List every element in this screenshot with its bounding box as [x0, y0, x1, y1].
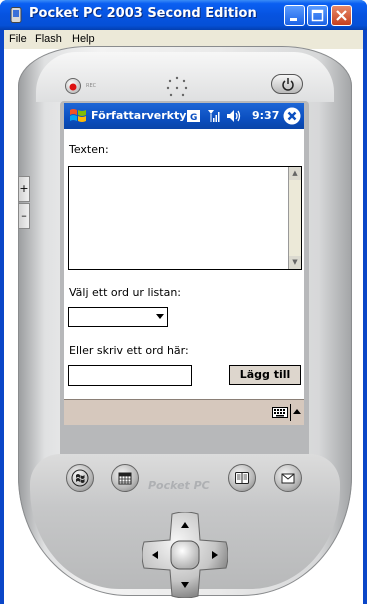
chevron-down-icon: [156, 314, 164, 319]
word-input[interactable]: [68, 365, 192, 386]
record-button-icon: [69, 83, 77, 91]
scroll-up-arrow[interactable]: ▲: [289, 167, 301, 180]
brand-logo: Pocket PC: [148, 479, 210, 492]
close-button[interactable]: [331, 5, 352, 26]
sip-divider: [290, 404, 291, 421]
scroll-down-arrow[interactable]: ▼: [289, 256, 301, 269]
app-title: Författarverkty: [91, 109, 187, 122]
word-list-dropdown[interactable]: [68, 307, 168, 327]
keyboard-icon[interactable]: [272, 407, 288, 418]
maximize-icon: [311, 9, 324, 22]
device-screen: Författarverkty G 9:37 Texten: ▲ ▼ Välj …: [64, 103, 304, 425]
clock[interactable]: 9:37: [252, 109, 279, 122]
close-icon: [336, 10, 347, 21]
menu-flash[interactable]: Flash: [35, 33, 62, 45]
text-label: Texten:: [69, 143, 109, 156]
entry-label: Eller skriv ett ord här:: [69, 344, 189, 357]
sip-arrow-up-icon[interactable]: [293, 408, 301, 416]
contacts-hw-icon: [235, 472, 249, 484]
calendar-hw-icon: [118, 472, 132, 485]
start-hw-icon: [71, 469, 89, 487]
inbox-hw-icon: [281, 473, 295, 484]
calendar-hw-button[interactable]: [111, 464, 139, 492]
inbox-hw-button[interactable]: [274, 464, 302, 492]
speaker-grille-icon: [166, 76, 188, 97]
volume-up-button[interactable]: +: [18, 176, 30, 202]
navigation-bar: Författarverkty G 9:37: [64, 103, 304, 129]
window-title: Pocket PC 2003 Second Edition: [29, 6, 257, 21]
power-icon: [282, 78, 294, 91]
pocket-pc-device: REC + – Författarverkty G 9:37 Texten: ▲…: [18, 46, 352, 598]
app-icon: [10, 7, 22, 23]
volume-down-button[interactable]: –: [18, 203, 30, 229]
menu-help[interactable]: Help: [72, 33, 95, 45]
ok-close-icon[interactable]: [283, 107, 301, 125]
text-area[interactable]: ▲ ▼: [68, 166, 302, 270]
record-button[interactable]: [65, 78, 81, 94]
menu-bar-bottom: [64, 399, 304, 425]
signal-icon[interactable]: [207, 109, 221, 123]
select-label: Välj ett ord ur listan:: [69, 286, 182, 299]
minimize-icon: [290, 18, 297, 21]
windows-flag-icon[interactable]: [68, 106, 88, 126]
start-hw-button[interactable]: [66, 464, 94, 492]
speaker-icon[interactable]: [226, 109, 242, 123]
maximize-button[interactable]: [307, 5, 328, 26]
text-area-scrollbar[interactable]: ▲ ▼: [288, 167, 301, 269]
dpad-icon[interactable]: [142, 512, 228, 598]
title-bar[interactable]: Pocket PC 2003 Second Edition: [0, 0, 367, 30]
menu-file[interactable]: File: [9, 33, 27, 45]
input-panel-icon[interactable]: G: [187, 110, 200, 122]
contacts-hw-button[interactable]: [228, 464, 256, 492]
power-button[interactable]: [271, 74, 303, 94]
svg-text:G: G: [190, 113, 197, 122]
minimize-button[interactable]: [284, 5, 305, 26]
rec-label: REC: [86, 83, 97, 89]
add-button[interactable]: Lägg till: [229, 365, 301, 385]
